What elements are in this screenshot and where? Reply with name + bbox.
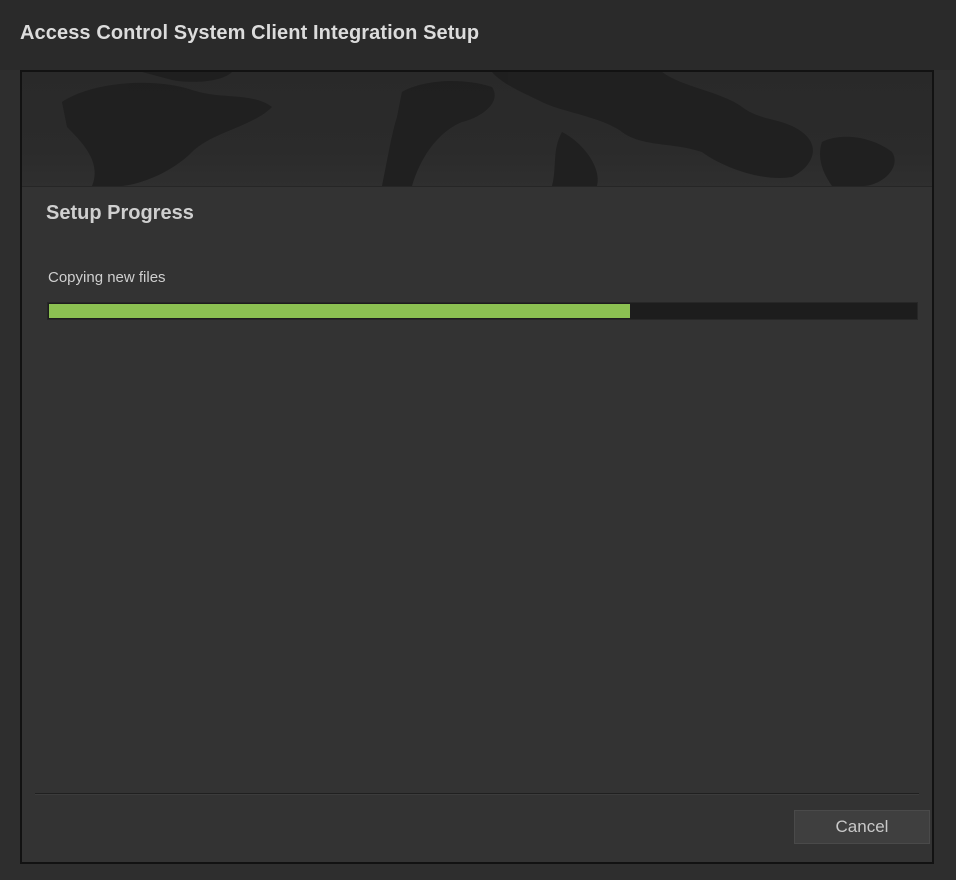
cancel-button[interactable]: Cancel — [794, 810, 930, 844]
window-title: Access Control System Client Integration… — [20, 22, 480, 44]
progress-status-text: Copying new files — [48, 269, 166, 286]
world-map-image — [62, 72, 895, 186]
progress-bar — [47, 302, 918, 320]
progress-bar-fill — [49, 304, 630, 318]
content-frame: Setup Progress Copying new files Cancel — [20, 70, 934, 864]
world-map-banner — [22, 72, 932, 187]
page-title: Setup Progress — [46, 202, 194, 224]
setup-window: Access Control System Client Integration… — [0, 0, 956, 880]
title-bar: Access Control System Client Integration… — [0, 0, 956, 70]
footer-divider — [35, 793, 919, 795]
